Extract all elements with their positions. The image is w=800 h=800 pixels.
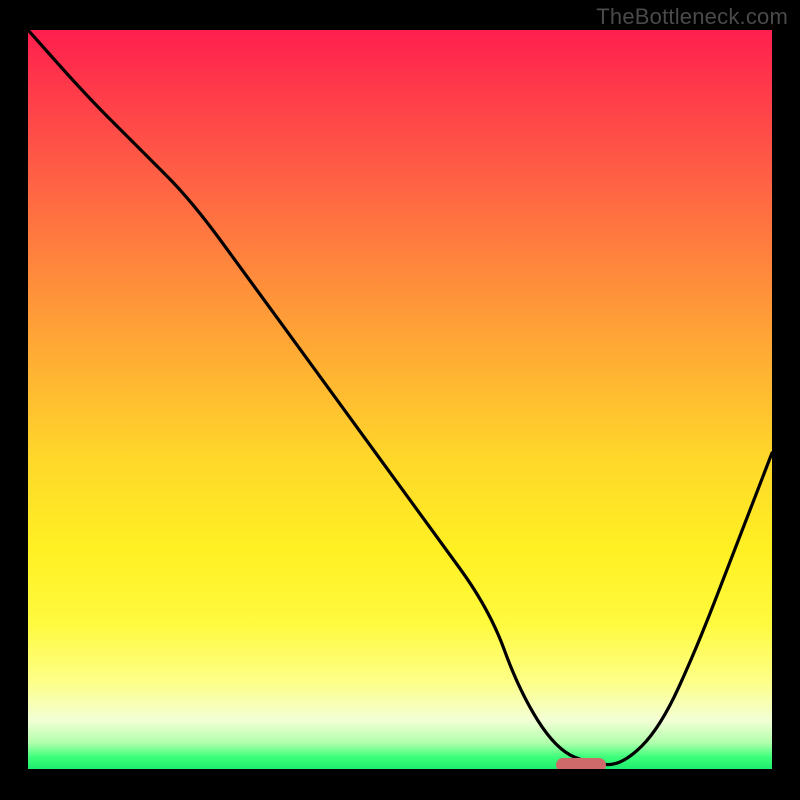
plot-area [28, 30, 772, 772]
bottleneck-curve [28, 30, 772, 772]
x-axis-line [28, 769, 772, 772]
watermark-text: TheBottleneck.com [596, 4, 788, 30]
